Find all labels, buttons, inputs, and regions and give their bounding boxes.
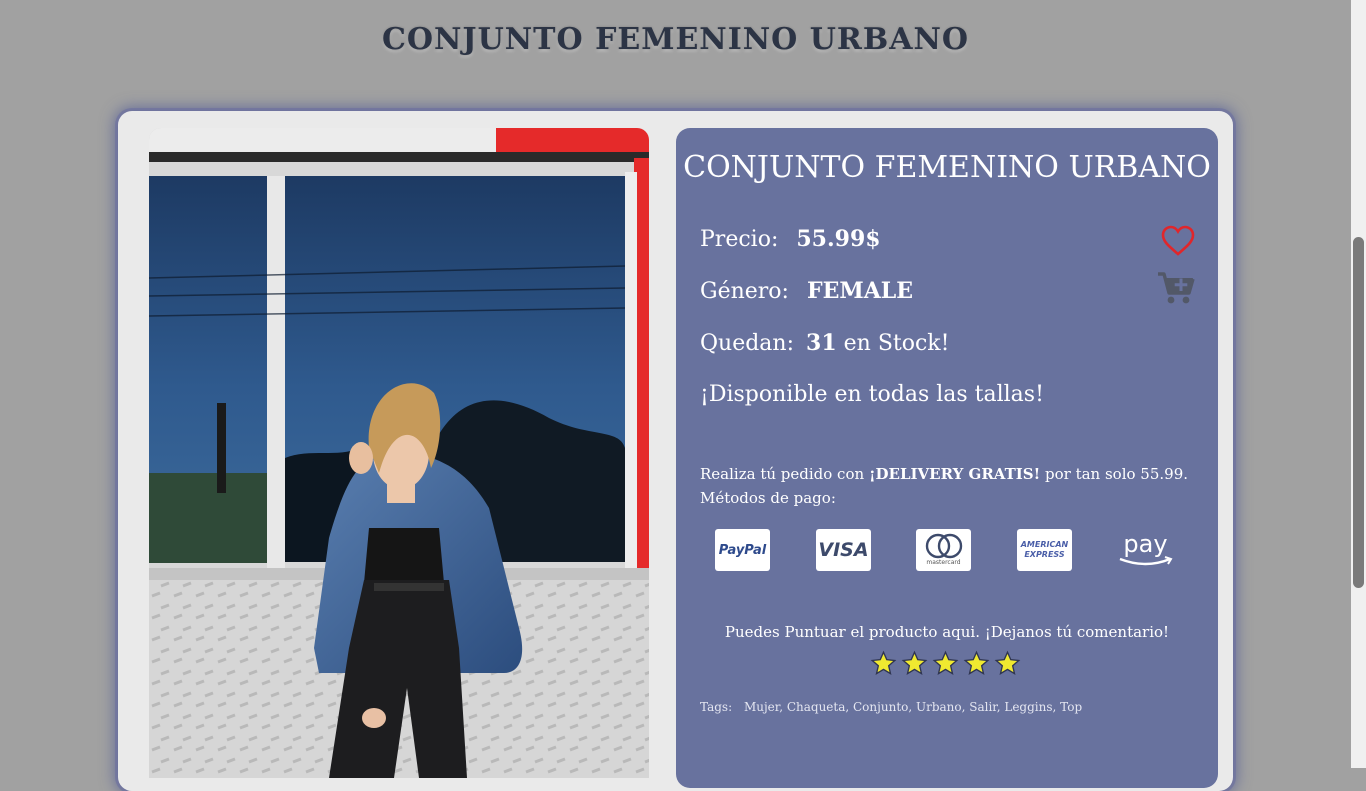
star-5-icon[interactable] — [994, 650, 1021, 677]
stock-row: Quedan: 31 en Stock! — [700, 330, 949, 356]
gender-row: Género: FEMALE — [700, 278, 913, 304]
tags-list[interactable]: Mujer, Chaqueta, Conjunto, Urbano, Salir… — [744, 700, 1082, 714]
delivery-suffix: por tan solo 55.99. — [1045, 465, 1189, 483]
price-row: Precio: 55.99$ — [700, 226, 881, 252]
star-1-icon[interactable] — [870, 650, 897, 677]
product-image — [149, 128, 649, 778]
delivery-highlight: ¡DELIVERY GRATIS! — [868, 465, 1041, 483]
product-info-panel: CONJUNTO FEMENINO URBANO Precio: 55.99$ G… — [676, 128, 1218, 788]
paypal-icon: PayPal — [715, 529, 770, 571]
gender-value: FEMALE — [806, 278, 914, 304]
stock-label: Quedan: — [700, 331, 795, 356]
product-title: CONJUNTO FEMENINO URBANO — [683, 150, 1211, 185]
star-4-icon[interactable] — [963, 650, 990, 677]
visa-icon: VISA — [816, 529, 871, 571]
stock-suffix: en Stock! — [843, 331, 950, 356]
payment-methods-label: Métodos de pago: — [700, 489, 836, 507]
star-2-icon[interactable] — [901, 650, 928, 677]
amex-icon: AMERICAN EXPRESS — [1017, 529, 1072, 571]
rating-prompt: Puedes Puntuar el producto aqui. ¡Dejano… — [724, 623, 1170, 641]
scrollbar-thumb[interactable] — [1353, 237, 1364, 588]
rating-stars — [870, 650, 1021, 677]
delivery-info: Realiza tú pedido con ¡DELIVERY GRATIS! … — [700, 462, 1188, 510]
page-title: CONJUNTO FEMENINO URBANO — [381, 22, 970, 57]
tags: Tags: Mujer, Chaqueta, Conjunto, Urbano,… — [700, 700, 1082, 714]
vertical-scrollbar[interactable] — [1351, 0, 1366, 768]
heart-outline-icon — [1161, 225, 1195, 256]
favorite-button[interactable] — [1160, 224, 1196, 258]
add-to-cart-button[interactable] — [1157, 270, 1195, 306]
tags-label: Tags: — [700, 700, 733, 714]
delivery-prefix: Realiza tú pedido con — [700, 465, 865, 483]
availability-text: ¡Disponible en todas las tallas! — [700, 382, 1044, 407]
amazon-pay-icon: pay — [1118, 529, 1173, 571]
mastercard-icon: mastercard — [916, 529, 971, 571]
star-3-icon[interactable] — [932, 650, 959, 677]
cart-plus-icon — [1158, 272, 1195, 304]
stock-value: 31 — [806, 330, 837, 356]
price-label: Precio: — [700, 227, 779, 252]
gender-label: Género: — [700, 279, 789, 304]
price-value: 55.99$ — [796, 226, 881, 252]
